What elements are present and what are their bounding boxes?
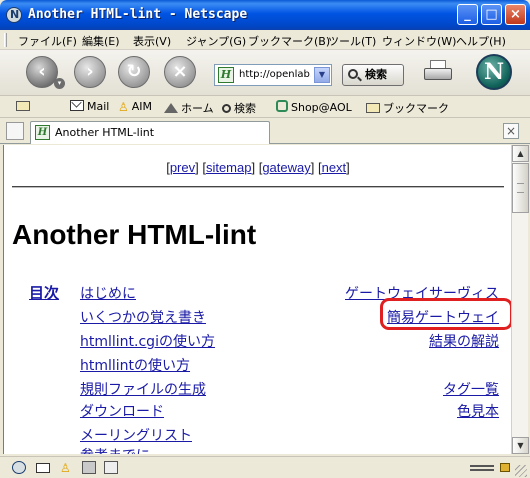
composer-icon[interactable] [104, 461, 118, 474]
personal-bookmarks-label: ブックマーク [383, 102, 449, 115]
new-tab-button[interactable] [6, 122, 24, 140]
search-icon [222, 104, 231, 113]
search-button[interactable]: 検索 [342, 64, 404, 86]
personal-toolbar: Mail ♙ AIM ホーム 検索 Shop@AOL ブックマーク [0, 96, 530, 118]
menu-tools[interactable]: ツール(T) [328, 33, 376, 49]
scroll-up-button[interactable]: ▲ [512, 145, 529, 162]
minimize-button[interactable]: _ [457, 4, 478, 25]
back-history-dropdown-icon[interactable]: ▾ [54, 78, 65, 89]
menu-edit[interactable]: 編集(E) [82, 33, 120, 49]
personal-home-label: ホーム [181, 102, 214, 115]
search-button-label: 検索 [365, 68, 387, 81]
personal-search-label: 検索 [234, 102, 256, 115]
print-button[interactable] [424, 60, 452, 84]
forward-button[interactable]: › [74, 56, 106, 88]
toc-link[interactable]: 目次 [29, 282, 59, 303]
next-link[interactable]: next [322, 160, 347, 175]
address-book-icon[interactable] [82, 461, 96, 474]
url-bar[interactable]: H http://openlab. ▼ [214, 64, 332, 86]
personal-mail-button[interactable]: Mail [70, 100, 109, 113]
printer-icon [424, 68, 452, 80]
link-notes[interactable]: いくつかの覚え書き [80, 307, 206, 327]
navigation-toolbar: ‹ ▾ › ↻ × H http://openlab. ▼ 検索 N [0, 50, 530, 96]
link-tag-list[interactable]: タグ一覧 [443, 379, 499, 399]
tab-view-icon [16, 101, 30, 111]
folder-icon [366, 103, 380, 113]
personal-shop-button[interactable]: Shop@AOL [276, 100, 352, 114]
page-proxy-icon[interactable]: H [218, 67, 234, 83]
tab-page-icon: H [35, 125, 50, 140]
aim-icon: ♙ [118, 100, 129, 114]
close-tab-button[interactable]: × [503, 123, 519, 139]
stop-button[interactable]: × [164, 56, 196, 88]
home-icon [164, 103, 178, 113]
menu-file[interactable]: ファイル(F) [18, 33, 77, 49]
personal-search-button[interactable]: 検索 [222, 100, 256, 116]
highlight-annotation [380, 298, 511, 330]
page-content: [prev] [sitemap] [gateway] [next] Anothe… [3, 145, 511, 454]
page-heading: Another HTML-lint [12, 219, 257, 250]
search-icon [348, 69, 358, 79]
menu-go[interactable]: ジャンプ(G) [186, 33, 246, 49]
reload-button[interactable]: ↻ [118, 56, 150, 88]
window-title: Another HTML-lint - Netscape [28, 7, 248, 22]
home-tab-button[interactable] [16, 100, 33, 113]
menu-bookmarks[interactable]: ブックマーク(B) [248, 33, 330, 49]
personal-bookmarks-button[interactable]: ブックマーク [366, 100, 449, 116]
sitemap-link[interactable]: sitemap [206, 160, 252, 175]
prev-link[interactable]: prev [170, 160, 195, 175]
resize-grip[interactable] [515, 465, 527, 477]
url-text[interactable]: http://openlab. [239, 69, 311, 80]
menu-window[interactable]: ウィンドウ(W) [382, 33, 456, 49]
scroll-thumb[interactable] [512, 163, 529, 213]
link-color-samples[interactable]: 色見本 [457, 401, 499, 421]
personal-shop-label: Shop@AOL [291, 101, 352, 114]
menu-help[interactable]: ヘルプ(H) [456, 33, 506, 49]
personal-home-button[interactable]: ホーム [164, 100, 214, 116]
horizontal-rule [12, 186, 504, 188]
personal-aim-button[interactable]: ♙ AIM [118, 100, 152, 114]
toolbar-grip[interactable] [4, 33, 7, 47]
netscape-app-icon[interactable] [6, 7, 22, 23]
gateway-link[interactable]: gateway [262, 160, 310, 175]
link-rule-file-generation[interactable]: 規則ファイルの生成 [80, 379, 206, 399]
connection-status-icon[interactable] [470, 465, 494, 471]
link-download[interactable]: ダウンロード [80, 401, 164, 421]
personal-mail-label: Mail [87, 100, 110, 113]
link-introduction[interactable]: はじめに [80, 283, 136, 303]
link-result-explanation[interactable]: 結果の解説 [429, 331, 499, 351]
security-lock-icon[interactable] [500, 463, 510, 472]
tab-bar: H Another HTML-lint × [0, 118, 530, 144]
link-mailing-list[interactable]: メーリングリスト [80, 425, 192, 445]
close-window-button[interactable]: × [505, 4, 526, 25]
title-bar[interactable]: Another HTML-lint - Netscape _ □ × [0, 0, 530, 30]
tab-label: Another HTML-lint [55, 126, 155, 139]
link-htmllint-cgi-usage[interactable]: htmllint.cgiの使い方 [80, 331, 215, 351]
link-references[interactable]: 参考までに [80, 445, 150, 454]
url-dropdown-icon[interactable]: ▼ [314, 67, 330, 83]
back-button[interactable]: ‹ ▾ [26, 56, 65, 89]
link-htmllint-usage[interactable]: htmllintの使い方 [80, 355, 190, 375]
shop-icon [276, 100, 288, 112]
mail-icon [70, 100, 84, 111]
menu-view[interactable]: 表示(V) [133, 33, 171, 49]
netscape-status-icon[interactable] [12, 461, 26, 474]
personal-aim-label: AIM [131, 100, 153, 113]
menu-bar: ファイル(F) 編集(E) 表示(V) ジャンプ(G) ブックマーク(B) ツー… [0, 30, 530, 50]
netscape-logo[interactable]: N [476, 54, 512, 90]
vertical-scrollbar[interactable]: ▲ ▼ [511, 145, 529, 454]
aim-status-icon[interactable]: ♙ [60, 461, 71, 475]
top-navigation: [prev] [sitemap] [gateway] [next] [166, 160, 350, 175]
scroll-down-button[interactable]: ▼ [512, 437, 529, 454]
maximize-button[interactable]: □ [481, 4, 502, 25]
mail-status-icon[interactable] [36, 463, 50, 473]
tab-another-html-lint[interactable]: H Another HTML-lint [30, 121, 270, 144]
status-bar: ♙ [0, 456, 530, 478]
